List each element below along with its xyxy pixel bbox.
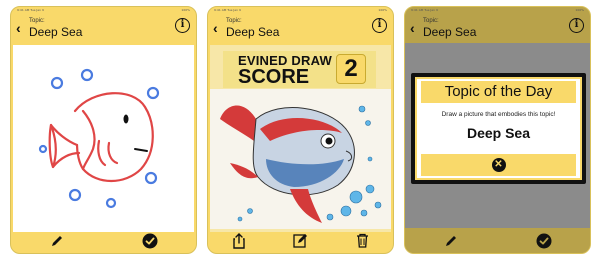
info-icon[interactable]: i (175, 18, 190, 33)
topic-title: Deep Sea (226, 25, 280, 39)
chevron-left-icon[interactable]: ‹ (16, 21, 21, 35)
dialog-close-bar: ✕ (421, 154, 576, 176)
info-icon[interactable]: i (372, 18, 387, 33)
top-bar: ‹ Topic: Deep Sea i (405, 13, 590, 43)
screen-drawing: 9:41 AM Tue Jan 9 100% ‹ Topic: Deep Sea… (10, 6, 197, 254)
dialog-topic: Deep Sea (466, 125, 531, 141)
bottom-toolbar (11, 228, 196, 253)
share-icon[interactable] (231, 232, 247, 249)
trash-icon[interactable] (354, 233, 370, 249)
pencil-icon[interactable] (443, 233, 459, 249)
topic-title: Deep Sea (29, 25, 83, 39)
chevron-left-icon[interactable]: ‹ (213, 21, 218, 35)
screen-score: 9:41 AM Tue Jan 9 100% ‹ Topic: Deep Sea… (207, 6, 394, 254)
top-bar: ‹ Topic: Deep Sea i (208, 13, 393, 43)
top-bar: ‹ Topic: Deep Sea i (11, 13, 196, 43)
result-panel: EVINED DRAW SCORE 2 (210, 45, 391, 232)
info-icon[interactable]: i (569, 18, 584, 33)
close-icon[interactable]: ✕ (491, 158, 506, 172)
score-title-line2: SCORE (238, 66, 310, 88)
fish-sketch (38, 68, 160, 209)
bottom-toolbar (208, 228, 393, 253)
dialog-subtitle: Draw a picture that embodies this topic! (441, 111, 556, 118)
evaluated-fish-image (210, 89, 391, 229)
pencil-icon[interactable] (49, 233, 65, 249)
drawing-canvas[interactable] (13, 45, 194, 232)
screen-topic-modal: 9:41 AM Tue Jan 9 100% ‹ Topic: Deep Sea… (404, 6, 591, 254)
dialog-title: Topic of the Day (421, 81, 576, 103)
checkmark-circle-icon[interactable] (142, 233, 158, 249)
topic-of-the-day-dialog: Topic of the Day Draw a picture that emb… (411, 73, 586, 184)
topic-label: Topic: (423, 18, 439, 24)
checkmark-circle-icon[interactable] (536, 233, 552, 249)
score-banner: EVINED DRAW SCORE 2 (223, 51, 376, 88)
edit-icon[interactable] (292, 233, 308, 249)
topic-title: Deep Sea (423, 25, 477, 39)
topic-label: Topic: (226, 18, 242, 24)
dialog-body: Topic of the Day Draw a picture that emb… (415, 77, 582, 180)
bottom-toolbar (405, 228, 590, 253)
chevron-left-icon[interactable]: ‹ (410, 21, 415, 35)
score-value: 2 (336, 54, 366, 84)
topic-label: Topic: (29, 18, 45, 24)
